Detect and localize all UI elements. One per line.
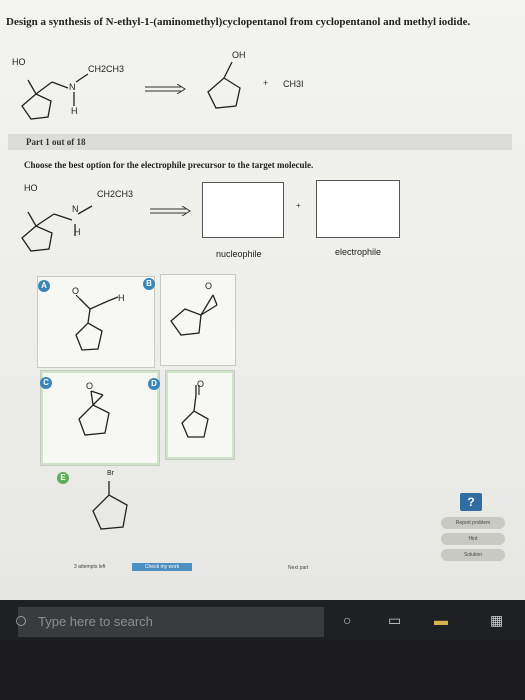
- methyl-iodide-label: CH3I: [283, 79, 304, 89]
- option-d-o-label: O: [197, 379, 205, 389]
- option-a-card[interactable]: [37, 276, 155, 368]
- cyclopentanol-molecule: [200, 56, 250, 118]
- scheme-h-label: H: [74, 227, 81, 237]
- option-b-badge[interactable]: B: [143, 278, 155, 290]
- option-b-card[interactable]: [160, 274, 236, 366]
- question-title: Design a synthesis of N-ethyl-1-(aminome…: [6, 16, 471, 28]
- scheme-n-label: N: [72, 204, 79, 214]
- target-ho-label: HO: [12, 57, 26, 67]
- option-d-badge[interactable]: D: [148, 378, 160, 390]
- target-n-label: N: [69, 82, 76, 92]
- cortana-icon[interactable]: ○: [343, 612, 351, 628]
- scheme-ho-label: HO: [24, 183, 38, 193]
- cyclopentanol-structure: [207, 61, 241, 109]
- check-my-work-button[interactable]: Check my work: [132, 563, 192, 571]
- attempts-left: 3 attempts left: [74, 564, 106, 570]
- next-part-link[interactable]: Next part: [288, 565, 308, 571]
- search-icon: [16, 616, 26, 626]
- nucleophile-drop-box[interactable]: [202, 182, 284, 238]
- target-ethyl-label: CH2CH3: [88, 64, 125, 74]
- option-a-badge[interactable]: A: [38, 280, 50, 292]
- option-a-o-label: O: [72, 286, 80, 296]
- browser-screen: Design a synthesis of N-ethyl-1-(aminome…: [0, 0, 525, 600]
- option-e-structure: [92, 481, 128, 530]
- option-b-structure: [170, 294, 218, 336]
- hint-button[interactable]: Hint: [441, 533, 505, 545]
- option-c-badge[interactable]: C: [40, 377, 52, 389]
- part-banner: Part 1 out of 18: [8, 134, 512, 150]
- option-e-badge[interactable]: E: [57, 472, 69, 484]
- task-view-icon[interactable]: ▭: [388, 612, 401, 629]
- scheme-plus: +: [296, 201, 301, 210]
- report-problem-button[interactable]: Report problem: [441, 517, 505, 529]
- option-c-structure: [78, 390, 110, 436]
- cyclopentanol-oh-label: OH: [232, 50, 246, 60]
- option-c-card[interactable]: [40, 370, 160, 466]
- taskbar-search-placeholder: Type here to search: [38, 614, 153, 629]
- option-c-o-label: O: [86, 381, 94, 391]
- retrosynthesis-arrow: [143, 84, 189, 94]
- option-e-card[interactable]: [78, 460, 158, 556]
- solution-button[interactable]: Solution: [441, 549, 505, 561]
- laptop-bezel: [0, 640, 525, 700]
- calendar-icon[interactable]: ▦: [490, 612, 503, 629]
- option-a-h-label: H: [118, 293, 125, 303]
- target-h-label: H: [71, 106, 78, 116]
- electrophile-drop-box[interactable]: [316, 180, 400, 238]
- instruction-text: Choose the best option for the electroph…: [24, 160, 314, 170]
- scheme-ethyl-label: CH2CH3: [97, 189, 134, 199]
- nucleophile-caption: nucleophile: [216, 249, 262, 259]
- help-button[interactable]: ?: [460, 493, 482, 511]
- option-b-o-label: O: [205, 281, 213, 291]
- taskbar-search-input[interactable]: Type here to search: [16, 607, 324, 637]
- electrophile-caption: electrophile: [335, 247, 382, 257]
- option-e-br-label: Br: [107, 470, 114, 477]
- option-a-structure: [75, 294, 119, 351]
- reactant-plus: +: [263, 78, 269, 88]
- file-explorer-icon[interactable]: ▬: [434, 612, 448, 628]
- scheme-retro-arrow: [148, 206, 194, 216]
